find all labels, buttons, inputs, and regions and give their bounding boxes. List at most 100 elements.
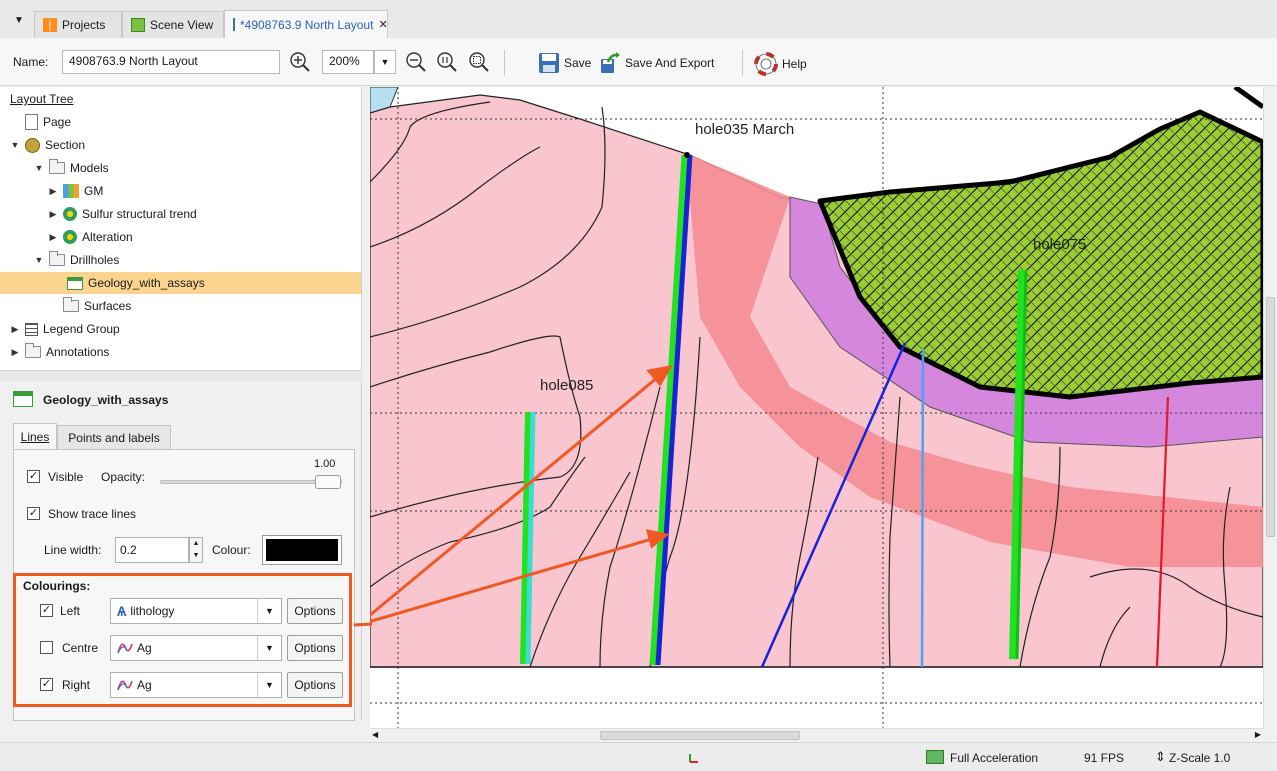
chevron-down-icon: ▼	[257, 599, 281, 623]
tree-node-page[interactable]: Page	[10, 111, 71, 133]
right-colouring-label: Right	[62, 678, 91, 692]
toolbar-separator	[504, 50, 505, 76]
colour-swatch	[266, 539, 338, 561]
centre-options-button[interactable]: Options	[287, 635, 343, 661]
panel-splitter[interactable]	[0, 371, 362, 381]
fps-counter: 91 FPS	[1084, 751, 1125, 765]
section-drawing[interactable]: hole035 March hole075 hole085	[370, 87, 1263, 729]
opacity-label: Opacity:	[101, 470, 146, 484]
save-button[interactable]: Save	[538, 52, 591, 74]
expand-triangle-icon[interactable]: ▼	[34, 255, 44, 265]
colourings-label: Colourings:	[23, 579, 91, 593]
scroll-right-arrow[interactable]: ▶	[1255, 730, 1261, 739]
opacity-slider-handle[interactable]	[315, 475, 341, 489]
tree-node-surfaces[interactable]: Surfaces	[48, 295, 131, 317]
visible-label: Visible	[48, 470, 84, 484]
opacity-value: 1.00	[314, 458, 336, 470]
centre-colouring-combo[interactable]: Ag ▼	[110, 635, 282, 661]
z-scale-status[interactable]: Z-Scale 1.0	[1169, 751, 1230, 765]
left-options-button[interactable]: Options	[287, 598, 343, 624]
centre-colouring-checkbox[interactable]	[40, 641, 53, 654]
status-bar: Full Acceleration 91 FPS ⇕ Z-Scale 1.0	[0, 742, 1277, 771]
zoom-combo[interactable]: 200%	[322, 50, 374, 74]
vertical-scrollbar[interactable]	[1263, 87, 1277, 729]
hole075-label: hole075	[1033, 236, 1086, 253]
table-icon	[13, 391, 33, 407]
line-width-label: Line width:	[44, 543, 102, 557]
collapse-triangle-icon[interactable]: ▶	[10, 324, 20, 335]
page-icon	[25, 114, 38, 130]
tree-node-models[interactable]: ▼ Models	[34, 157, 109, 179]
lifebuoy-icon	[754, 52, 778, 76]
right-colouring-checkbox[interactable]: ✓	[40, 678, 53, 691]
tab-menu-arrow[interactable]: ▼	[14, 15, 24, 26]
folder-icon	[25, 343, 41, 358]
tree-node-drillholes[interactable]: ▼ Drillholes	[34, 249, 119, 271]
table-icon	[67, 276, 83, 290]
tree-node-geology-with-assays[interactable]: Geology_with_assays	[0, 272, 361, 294]
z-scale-icon[interactable]: ⇕	[1155, 749, 1166, 765]
right-options-button[interactable]: Options	[287, 672, 343, 698]
legend-icon	[25, 322, 38, 336]
visible-checkbox[interactable]: ✓	[27, 470, 40, 483]
zoom-in-icon[interactable]	[289, 51, 311, 73]
tab-points-and-labels[interactable]: Points and labels	[57, 425, 171, 450]
collapse-triangle-icon[interactable]: ▶	[48, 232, 58, 243]
acceleration-status: Full Acceleration	[950, 751, 1039, 765]
left-colouring-combo[interactable]: Ѧ lithology ▼	[110, 598, 282, 624]
tree-node-gm[interactable]: ▶ GM	[48, 180, 103, 202]
hole035-label: hole035 March	[695, 121, 794, 138]
close-icon[interactable]: ✕	[378, 18, 387, 31]
layout-icon	[233, 18, 235, 31]
show-trace-lines-label: Show trace lines	[48, 507, 137, 521]
layout-toolbar: Name: 4908763.9 North Layout 200% ▼ Save…	[0, 38, 1277, 86]
tree-node-legend-group[interactable]: ▶ Legend Group	[10, 318, 120, 340]
section-icon	[25, 137, 40, 153]
tab-scene-view[interactable]: Scene View	[122, 11, 224, 38]
collapse-triangle-icon[interactable]: ▶	[48, 186, 58, 197]
hole085-label: hole085	[540, 377, 593, 394]
tree-node-annotations[interactable]: ▶ Annotations	[10, 341, 109, 363]
collapse-triangle-icon[interactable]: ▶	[48, 209, 58, 220]
horizontal-scroll-thumb[interactable]	[600, 731, 800, 740]
colour-picker-button[interactable]	[262, 535, 342, 565]
help-button[interactable]: Help	[754, 52, 807, 76]
collapse-triangle-icon[interactable]: ▶	[10, 347, 20, 358]
properties-title: Geology_with_assays	[43, 393, 169, 407]
zoom-dropdown-arrow[interactable]: ▼	[374, 50, 396, 74]
horizontal-scrollbar[interactable]: ◀ ▶	[370, 728, 1263, 742]
tab-projects[interactable]: Projects	[34, 11, 122, 38]
monitor-icon	[926, 750, 944, 764]
tree-node-section[interactable]: ▼ Section	[10, 134, 85, 156]
section-layout-canvas[interactable]: hole035 March hole075 hole085	[370, 87, 1263, 729]
layout-name-input[interactable]: 4908763.9 North Layout	[62, 50, 280, 74]
tab-north-layout[interactable]: *4908763.9 North Layout ✕	[224, 10, 388, 38]
opacity-slider-track[interactable]	[160, 475, 342, 489]
projects-icon	[43, 18, 57, 32]
vertical-scroll-thumb[interactable]	[1266, 297, 1275, 537]
zoom-out-icon[interactable]	[405, 51, 427, 73]
tab-lines[interactable]: Lines	[13, 423, 57, 450]
right-colouring-combo[interactable]: Ag ▼	[110, 672, 282, 698]
layout-tree-panel: Layout Tree Page ▼ Section ▼ Models ▶ GM…	[0, 87, 362, 371]
save-export-icon	[601, 52, 620, 73]
expand-triangle-icon[interactable]: ▼	[10, 140, 20, 150]
scroll-left-arrow[interactable]: ◀	[372, 730, 378, 739]
zoom-one-to-one-icon[interactable]	[436, 51, 458, 73]
callout-arrow-tail	[353, 622, 372, 627]
left-colouring-checkbox[interactable]: ✓	[40, 604, 53, 617]
line-width-spinner[interactable]: ▲ ▼	[189, 537, 203, 563]
tree-node-alteration[interactable]: ▶ Alteration	[48, 226, 133, 248]
name-label: Name:	[13, 55, 49, 69]
folder-icon	[49, 159, 65, 174]
chevron-down-icon: ▼	[257, 636, 281, 660]
tree-node-sulfur-trend[interactable]: ▶ Sulfur structural trend	[48, 203, 197, 225]
category-legend-icon: Ѧ	[117, 603, 127, 619]
zoom-fit-icon[interactable]	[468, 51, 490, 73]
line-width-input[interactable]: 0.2	[115, 537, 189, 563]
save-and-export-button[interactable]: Save And Export	[599, 52, 714, 74]
expand-triangle-icon[interactable]: ▼	[34, 163, 44, 173]
axes-icon	[689, 754, 698, 763]
show-trace-lines-checkbox[interactable]: ✓	[27, 507, 40, 520]
numeric-model-icon	[63, 230, 77, 244]
